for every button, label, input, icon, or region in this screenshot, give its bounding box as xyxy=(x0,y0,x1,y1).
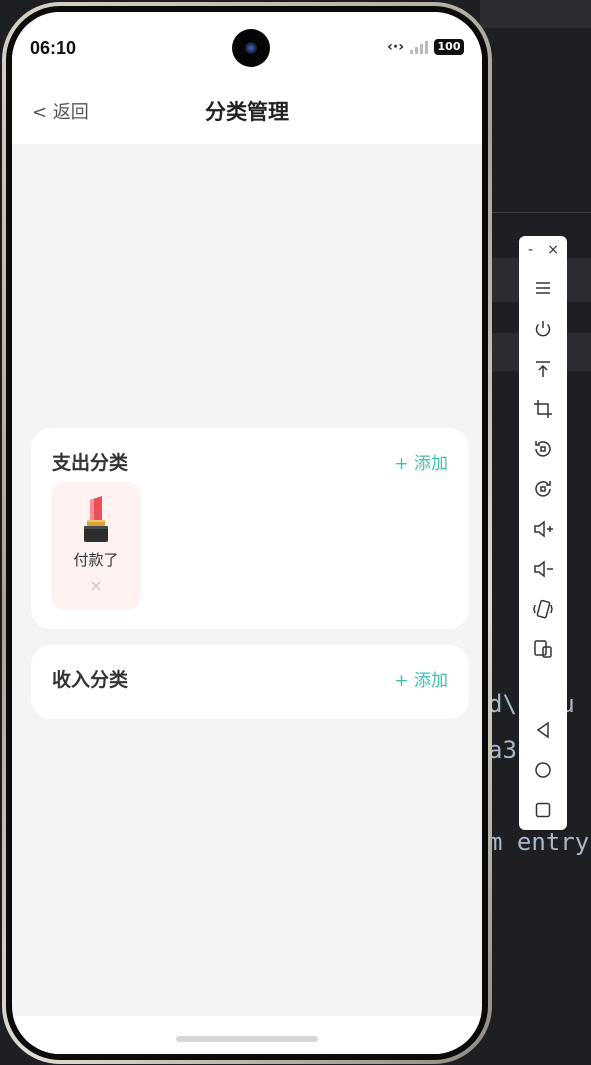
ide-divider xyxy=(488,212,591,213)
data-transfer-icon: ‹·› xyxy=(387,39,404,55)
minimize-button[interactable]: - xyxy=(528,242,533,258)
front-camera xyxy=(232,29,270,67)
volume-up-icon[interactable] xyxy=(531,517,555,541)
battery-icon: 100 xyxy=(434,39,464,55)
expense-section-title: 支出分类 xyxy=(52,452,129,474)
category-name: 付款了 xyxy=(73,551,119,569)
home-icon[interactable] xyxy=(531,758,555,782)
status-icons: ‹·› 100 xyxy=(387,39,464,55)
expense-category-card: 支出分类 + 添加 付款了 × xyxy=(31,428,469,629)
add-income-category-button[interactable]: + 添加 xyxy=(394,666,448,691)
emulator-toolbar: - × xyxy=(519,236,567,830)
bottom-area xyxy=(12,1016,482,1054)
code-line: m entry xyxy=(488,828,590,856)
multi-device-icon[interactable] xyxy=(531,637,555,661)
rotate-right-icon[interactable] xyxy=(531,477,555,501)
status-bar: 06:10 ‹·› 100 xyxy=(12,12,482,84)
crop-icon[interactable] xyxy=(531,397,555,421)
category-item[interactable]: 付款了 × xyxy=(51,482,141,610)
income-category-card: 收入分类 + 添加 xyxy=(31,645,469,719)
lipstick-icon xyxy=(84,496,108,542)
pin-top-icon[interactable] xyxy=(531,357,555,381)
income-section-title: 收入分类 xyxy=(52,669,129,691)
home-indicator[interactable] xyxy=(176,1036,318,1042)
close-button[interactable]: × xyxy=(547,242,559,258)
volume-down-icon[interactable] xyxy=(531,557,555,581)
phone-screen: 06:10 ‹·› 100 < 返回 分类管理 支出分类 + 添加 付款了 × … xyxy=(12,12,482,1054)
page-title: 分类管理 xyxy=(205,100,289,124)
phone-frame: 06:10 ‹·› 100 < 返回 分类管理 支出分类 + 添加 付款了 × … xyxy=(2,2,492,1064)
recents-icon[interactable] xyxy=(531,798,555,822)
ide-tab-bar xyxy=(480,0,591,28)
rotate-left-icon[interactable] xyxy=(531,437,555,461)
nav-bar: < 返回 分类管理 xyxy=(12,84,482,144)
phone-bezel: 06:10 ‹·› 100 < 返回 分类管理 支出分类 + 添加 付款了 × … xyxy=(6,6,488,1060)
shake-icon[interactable] xyxy=(531,597,555,621)
emulator-toolbar-header: - × xyxy=(519,242,567,260)
add-expense-category-button[interactable]: + 添加 xyxy=(394,449,448,474)
status-time: 06:10 xyxy=(30,38,77,58)
power-icon[interactable] xyxy=(531,317,555,341)
signal-icon xyxy=(410,40,428,54)
back-icon[interactable] xyxy=(531,718,555,742)
menu-icon[interactable] xyxy=(531,276,555,300)
delete-category-button[interactable]: × xyxy=(86,576,106,596)
